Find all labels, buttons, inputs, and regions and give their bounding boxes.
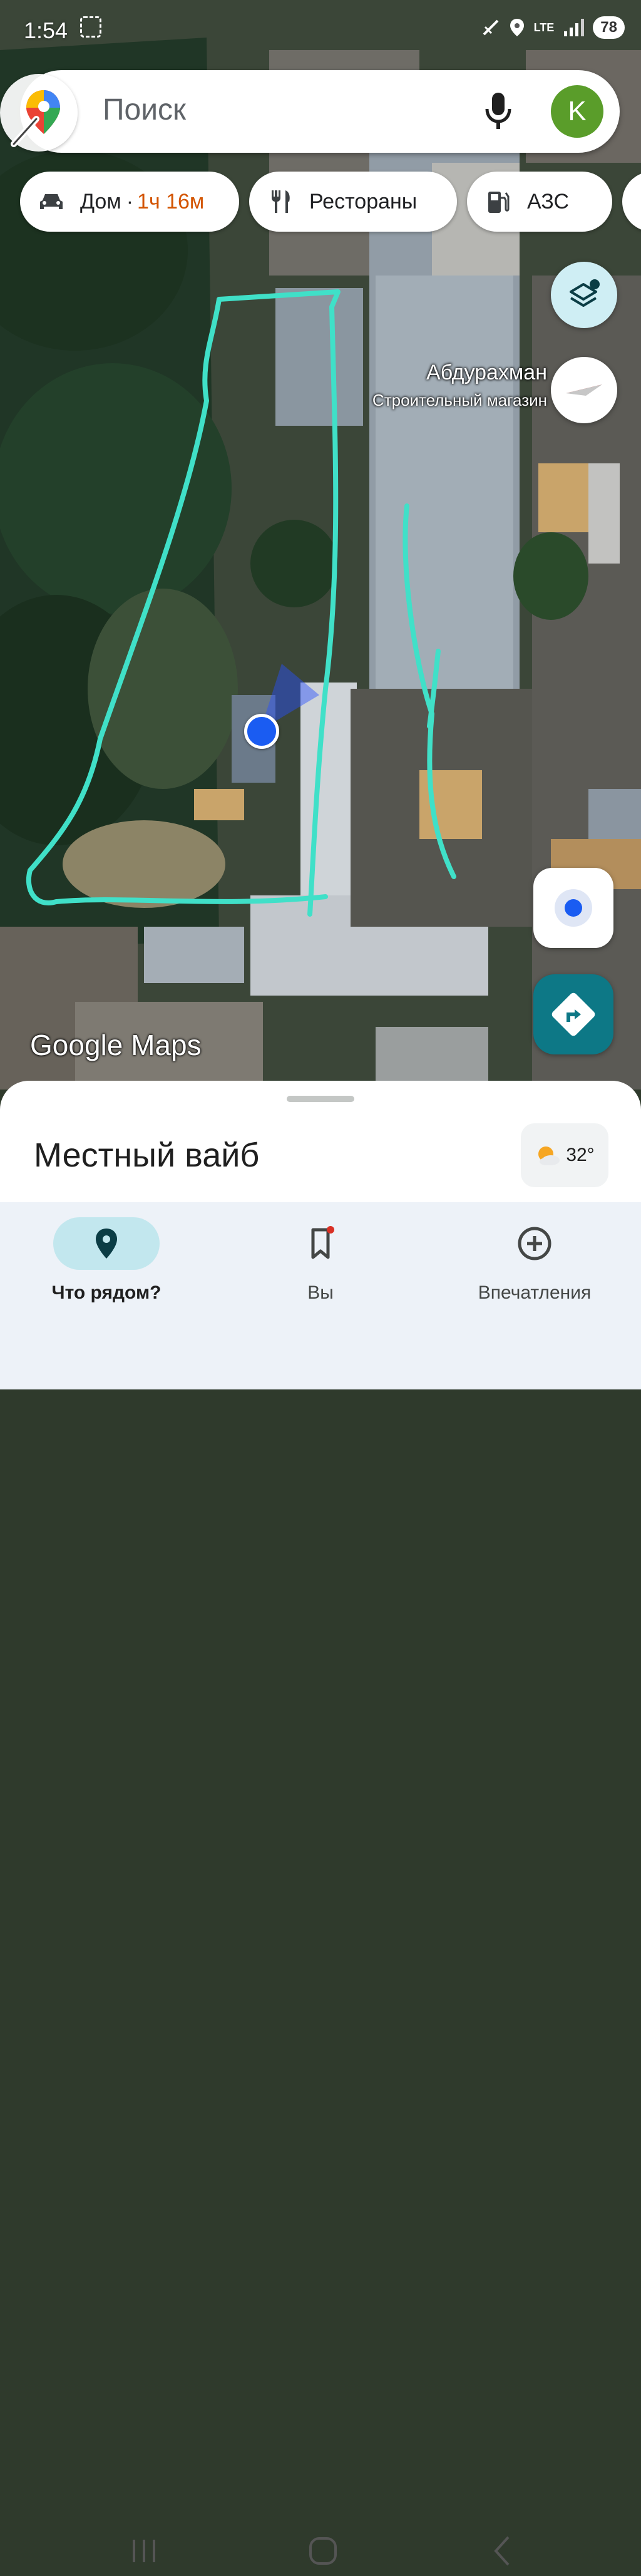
nav-contribute[interactable]: Впечатления bbox=[441, 1211, 628, 1305]
sheet-drag-handle[interactable] bbox=[287, 1096, 354, 1102]
weather-temperature: 32° bbox=[566, 1145, 595, 1165]
chip-home-label: Дом bbox=[80, 189, 121, 214]
add-circle-icon bbox=[518, 1227, 551, 1260]
status-time: 1:54 bbox=[24, 18, 68, 43]
category-chips: Дом · 1ч 16м Рестораны АЗС bbox=[20, 172, 641, 232]
nav-nearby-label: Что рядом? bbox=[51, 1282, 162, 1303]
chip-home[interactable]: Дом · 1ч 16м bbox=[20, 172, 239, 232]
map-layers-button[interactable] bbox=[551, 262, 617, 328]
my-location-icon bbox=[555, 889, 592, 927]
search-bar[interactable]: Поиск K bbox=[0, 70, 620, 153]
compass-icon bbox=[566, 384, 602, 396]
bookmark-icon bbox=[311, 1226, 334, 1259]
google-maps-logo[interactable] bbox=[0, 74, 78, 152]
fork-knife-icon bbox=[272, 190, 290, 213]
notification-badge bbox=[327, 1226, 334, 1234]
location-pin-icon bbox=[96, 1229, 117, 1259]
car-icon bbox=[40, 194, 63, 209]
my-location-button[interactable] bbox=[533, 868, 613, 948]
signal-strength-icon bbox=[564, 19, 585, 36]
directions-button[interactable] bbox=[533, 974, 613, 1054]
home-icon[interactable] bbox=[298, 2526, 348, 2576]
nav-contribute-label: Впечатления bbox=[478, 1282, 592, 1303]
chip-home-eta: 1ч 16м bbox=[137, 189, 205, 214]
directions-icon bbox=[551, 992, 595, 1036]
nav-nearby[interactable]: Что рядом? bbox=[13, 1211, 200, 1305]
search-input[interactable]: Поиск bbox=[103, 93, 186, 127]
signal-wifi-call-icon bbox=[483, 19, 499, 36]
nav-you-label: Вы bbox=[307, 1282, 334, 1303]
microphone-icon[interactable] bbox=[479, 89, 517, 133]
chip-gas-label: АЗС bbox=[527, 189, 570, 214]
chip-restaurants[interactable]: Рестораны bbox=[249, 172, 457, 232]
chip-restaurants-label: Рестораны bbox=[309, 189, 418, 214]
bottom-sheet[interactable]: Местный вайб 32° bbox=[0, 1081, 641, 1221]
chip-home-separator: · bbox=[126, 189, 134, 214]
account-avatar[interactable]: K bbox=[551, 85, 603, 138]
partly-cloudy-icon bbox=[538, 1146, 560, 1165]
weather-chip[interactable]: 32° bbox=[521, 1123, 608, 1187]
bottom-navigation: Что рядом? Вы Впечатления bbox=[0, 1202, 641, 2566]
network-type: LTE bbox=[533, 21, 555, 34]
map-view[interactable]: 1:54 LTE 78 Поиск K Дом · 1ч 16м Рестора… bbox=[0, 0, 641, 1090]
back-icon[interactable] bbox=[478, 2526, 528, 2576]
recent-apps-icon[interactable] bbox=[119, 2526, 169, 2576]
sheet-title: Местный вайб bbox=[34, 1136, 260, 1174]
place-label-name[interactable]: Абдурахман bbox=[426, 361, 547, 385]
maps-pin-logo-icon bbox=[11, 90, 60, 147]
nav-you[interactable]: Вы bbox=[227, 1211, 414, 1305]
chip-gas[interactable]: АЗС bbox=[467, 172, 612, 232]
chip-hotels[interactable] bbox=[622, 172, 641, 232]
battery-level: 78 bbox=[593, 16, 625, 39]
current-location-dot bbox=[244, 714, 279, 749]
location-status-icon bbox=[510, 19, 524, 36]
status-bar: 1:54 LTE 78 bbox=[0, 0, 641, 63]
gas-station-icon bbox=[488, 192, 510, 213]
place-label-category: Строительный магазин bbox=[372, 391, 547, 410]
layers-icon bbox=[570, 279, 600, 307]
google-maps-attribution: Google Maps bbox=[30, 1029, 202, 1061]
compass-button[interactable] bbox=[551, 357, 617, 423]
screenshot-icon bbox=[80, 16, 101, 38]
